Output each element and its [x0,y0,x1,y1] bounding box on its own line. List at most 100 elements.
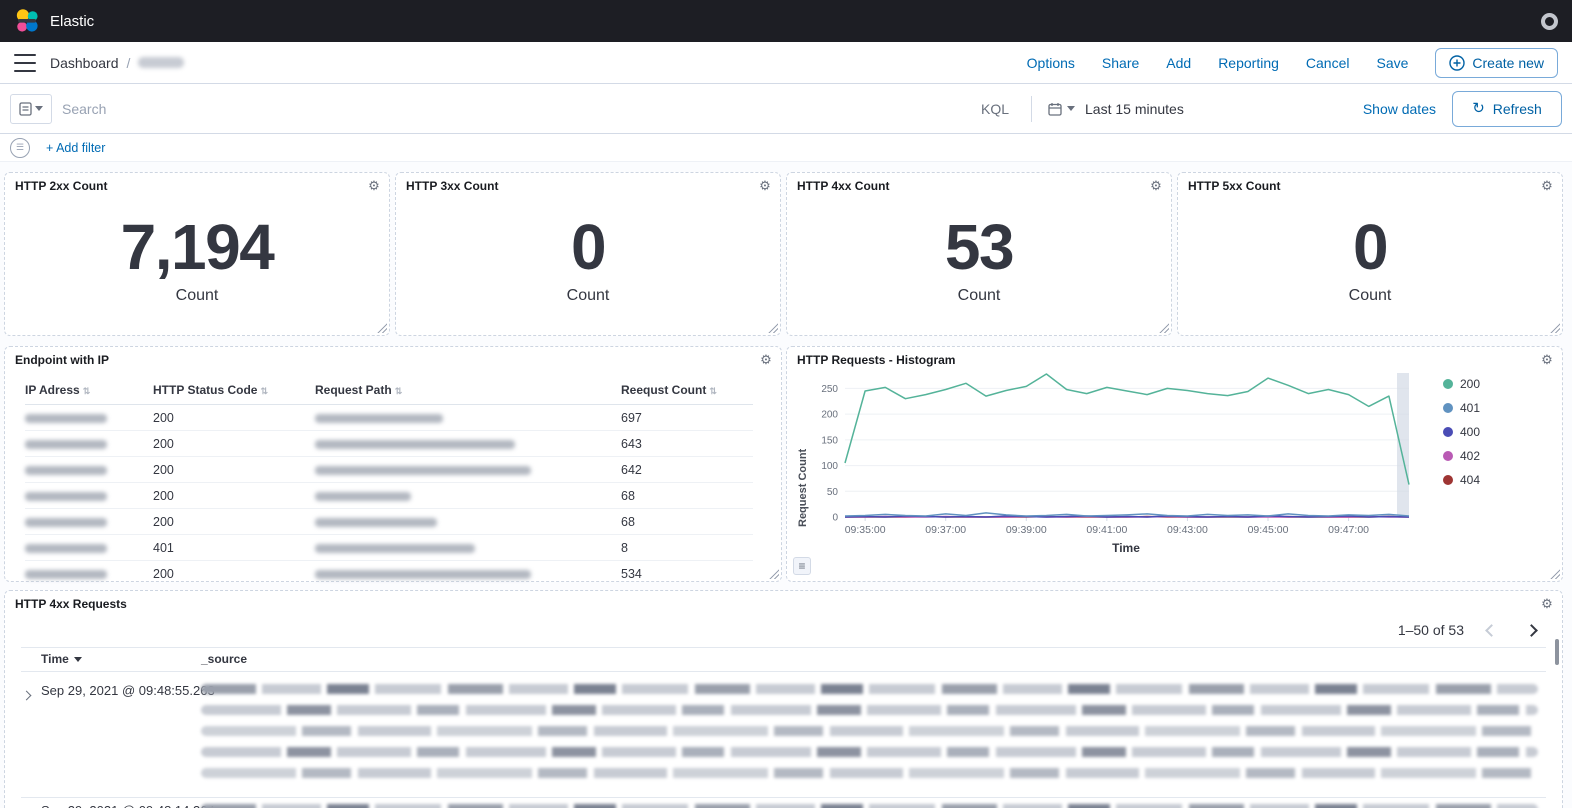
resize-handle[interactable] [767,322,778,333]
save-button[interactable]: Save [1376,55,1408,71]
resize-handle[interactable] [1549,568,1560,579]
panel-http-5xx-count: HTTP 5xx Count ⚙ 0 Count [1177,172,1563,336]
source-text-redacted [201,747,1538,757]
share-button[interactable]: Share [1102,55,1139,71]
row-time-cell: Sep 29, 2021 @ 09:48:14.364 [41,803,215,808]
row-source-cell [201,804,1538,808]
app-name: Elastic [50,12,95,30]
sort-icon: ⇅ [82,386,91,396]
ip-redacted [25,439,107,449]
svg-text:09:37:00: 09:37:00 [925,524,966,536]
breadcrumb-separator: / [126,54,131,71]
row-time-cell: Sep 29, 2021 @ 09:48:55.263 [41,683,215,698]
expand-row-button[interactable] [19,803,34,808]
elastic-logo-icon[interactable] [14,8,40,34]
request-count-cell: 643 [621,430,753,457]
divider [21,647,1546,648]
request-count-cell: 642 [621,456,753,483]
panel-title: HTTP Requests - Histogram [797,353,956,367]
resize-handle[interactable] [1158,322,1169,333]
filter-bar: ☰ + Add filter [0,134,1572,162]
metric-label: Count [957,287,1001,304]
legend-item-401[interactable]: 401 [1443,401,1554,415]
plus-circle-icon [1449,54,1466,71]
add-button[interactable]: Add [1166,55,1191,71]
hamburger-menu-button[interactable] [14,53,36,72]
source-text-redacted [201,768,1538,778]
show-dates-button[interactable]: Show dates [1363,101,1436,117]
chevron-down-icon [35,106,43,111]
kql-button[interactable]: KQL [969,101,1021,117]
legend-dot [1443,451,1453,461]
table-row: 200 68 [25,482,753,509]
breadcrumb-dashboard[interactable]: Dashboard [50,55,119,71]
column-header-time[interactable]: Time [41,652,82,666]
legend-item-404[interactable]: 404 [1443,473,1554,487]
add-filter-button[interactable]: + Add filter [46,141,105,155]
previous-page-button[interactable] [1478,617,1504,643]
svg-text:09:39:00: 09:39:00 [1006,524,1047,536]
time-range-button[interactable]: Last 15 minutes [1085,101,1184,117]
query-bar: KQL Last 15 minutes Show dates ↻ Refresh [0,84,1572,134]
status-code-cell: 200 [153,430,315,457]
histogram-plot: 0 50 100 150 200 250 09:35:00 09:37:00 09:39:00 0… [821,373,1410,555]
next-page-button[interactable] [1518,617,1544,643]
cancel-button[interactable]: Cancel [1306,55,1350,71]
reporting-button[interactable]: Reporting [1218,55,1279,71]
resize-handle[interactable] [1549,322,1560,333]
column-header-count[interactable]: Reequst Count ⇅ [621,377,753,405]
resize-handle[interactable] [376,322,387,333]
ip-redacted [25,517,107,527]
svg-text:09:47:00: 09:47:00 [1328,524,1369,536]
column-header-ip[interactable]: IP Adress ⇅ [25,377,153,405]
app-header: Elastic [0,0,1572,42]
svg-text:250: 250 [821,384,838,395]
panel-http-requests-histogram: HTTP Requests - Histogram ⚙ Request Coun… [786,346,1563,582]
column-header-path[interactable]: Request Path ⇅ [315,377,621,405]
saved-query-menu-button[interactable] [10,93,52,124]
request-count-cell: 8 [621,534,753,561]
refresh-button[interactable]: ↻ Refresh [1452,90,1562,127]
status-code-cell: 200 [153,566,174,581]
ip-redacted [25,465,107,475]
legend-dot [1443,475,1453,485]
options-button[interactable]: Options [1027,55,1075,71]
svg-text:09:35:00: 09:35:00 [845,524,886,536]
path-redacted [315,439,515,449]
legend-item-400[interactable]: 400 [1443,425,1554,439]
scrollbar-thumb[interactable] [1555,639,1559,665]
column-header-source: _source [201,652,248,666]
calendar-menu-button[interactable] [1048,102,1075,116]
panel-settings-button[interactable]: ⚙ [1537,594,1557,614]
path-redacted [315,543,475,553]
legend-toggle-button[interactable]: ≡ [793,557,811,575]
svg-text:200: 200 [821,410,838,421]
user-menu-icon[interactable] [1541,12,1558,30]
chart-legend: 200 401 400 402 404 [1431,367,1554,579]
filter-options-icon[interactable]: ☰ [10,137,30,158]
resize-handle[interactable] [768,568,779,579]
sort-icon: ⇅ [260,386,269,396]
metric-value: 53 [944,211,1015,283]
request-count-cell: 68 [621,508,753,535]
panel-settings-button[interactable]: ⚙ [756,350,776,370]
table-row: 200 534 [25,561,753,587]
date-picker: Last 15 minutes Show dates [1042,101,1442,117]
table-row: 200 642 [25,456,753,483]
path-redacted [315,569,531,579]
legend-item-402[interactable]: 402 [1443,449,1554,463]
path-redacted [315,517,437,527]
table-row: 200 68 [25,508,753,535]
metric-label: Count [175,287,219,304]
divider [21,671,1546,672]
column-header-status[interactable]: HTTP Status Code ⇅ [153,377,315,405]
search-input[interactable] [62,100,959,117]
gear-icon: ⚙ [760,352,772,367]
create-new-button[interactable]: Create new [1435,47,1558,78]
dashboard-grid: HTTP 2xx Count ⚙ 7,194 Count HTTP 3xx Co… [0,162,1572,808]
nav-actions: Options Share Add Reporting Cancel Save … [1027,47,1558,78]
svg-text:100: 100 [821,461,838,472]
svg-text:09:43:00: 09:43:00 [1167,524,1208,536]
legend-item-200[interactable]: 200 [1443,377,1554,391]
expand-row-button[interactable] [19,683,34,706]
